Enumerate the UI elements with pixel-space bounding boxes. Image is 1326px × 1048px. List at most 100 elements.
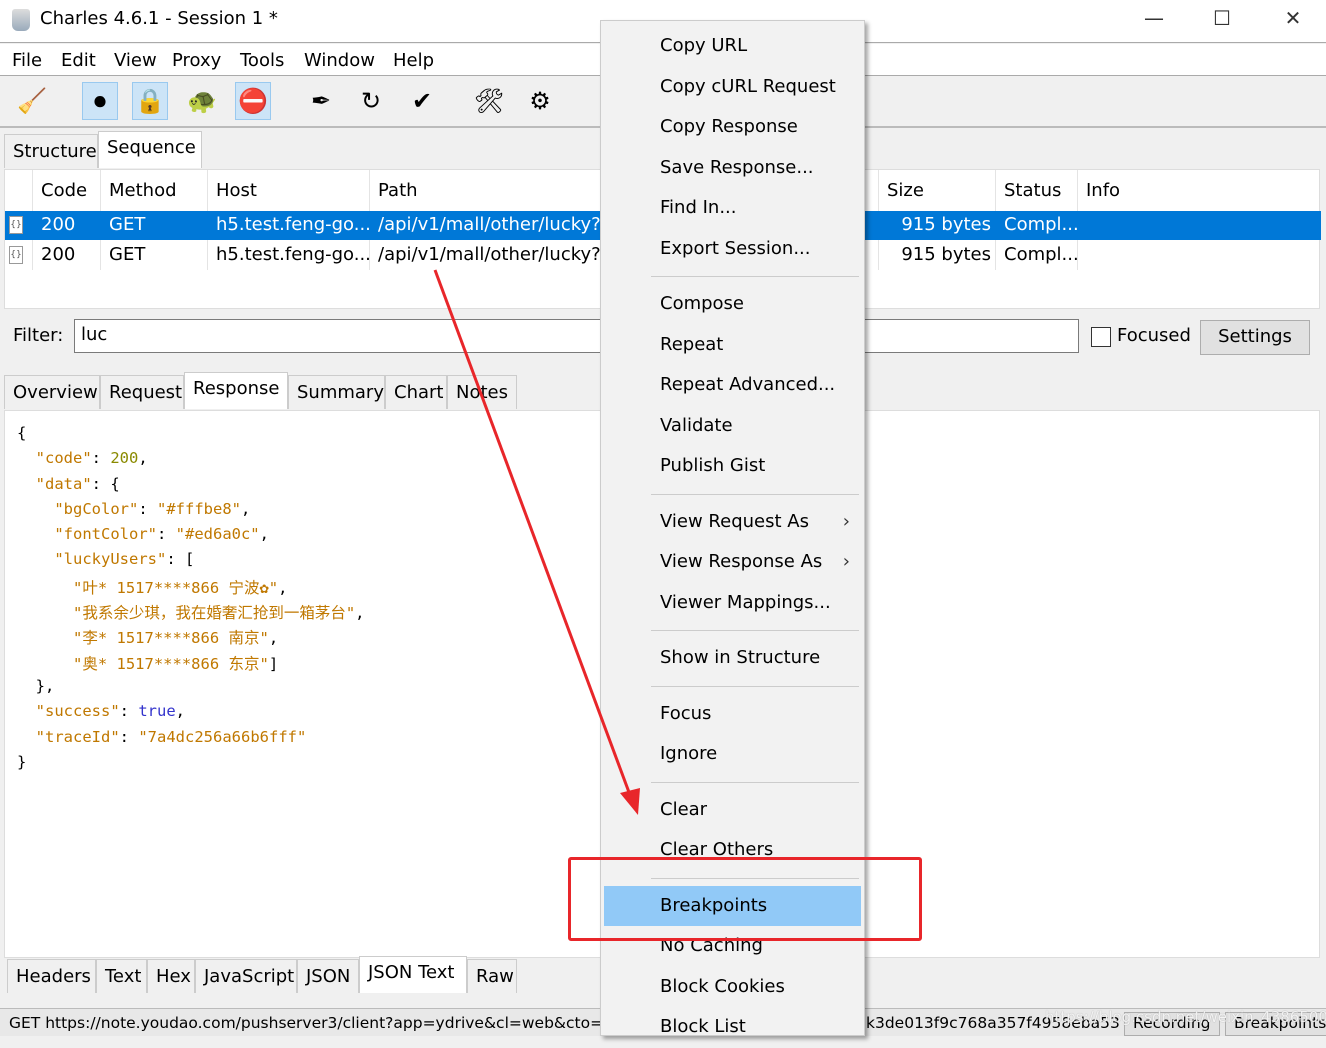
context-menu-item-view-response-as[interactable]: View Response As › xyxy=(601,542,864,583)
context-menu-item-copy-response[interactable]: Copy Response xyxy=(601,107,864,148)
settings-gear-button[interactable]: ⚙ xyxy=(522,82,558,120)
json-token: "code" xyxy=(35,449,92,468)
tools-button[interactable]: 🛠 xyxy=(471,82,507,120)
column-header-path[interactable]: Path xyxy=(370,180,418,201)
cell-size: 915 bytes xyxy=(901,244,991,265)
json-file-icon: {} xyxy=(9,216,23,234)
filter-input[interactable]: luc xyxy=(74,319,1079,353)
tab-summary[interactable]: Summary xyxy=(288,375,385,409)
tab-response[interactable]: Response xyxy=(184,372,288,409)
context-menu-item-export-session[interactable]: Export Session... xyxy=(601,229,864,270)
json-token: , xyxy=(355,604,365,623)
context-menu-item-label: Compose xyxy=(660,293,745,314)
tab-headers[interactable]: Headers xyxy=(7,959,96,993)
menu-window[interactable]: Window xyxy=(304,50,375,71)
settings-button[interactable]: Settings xyxy=(1200,320,1310,355)
column-header-method[interactable]: Method xyxy=(101,180,177,201)
menu-proxy[interactable]: Proxy xyxy=(172,50,221,71)
ssl-proxying-lock-button[interactable]: 🔒 xyxy=(132,82,168,120)
context-menu-item-focus[interactable]: Focus xyxy=(601,694,864,735)
minimize-button[interactable]: — xyxy=(1134,6,1174,34)
breakpoints-stop-icon: ⛔ xyxy=(238,87,268,115)
focused-checkbox[interactable] xyxy=(1091,327,1111,347)
context-menu-item-publish-gist[interactable]: Publish Gist xyxy=(601,446,864,487)
context-menu-item-label: Copy Response xyxy=(660,116,798,137)
json-token: "fontColor" xyxy=(54,525,157,544)
menu-edit[interactable]: Edit xyxy=(61,50,96,71)
view-tabs: Structure Sequence xyxy=(4,131,604,168)
tab-text[interactable]: Text xyxy=(96,959,147,993)
context-menu-item-repeat[interactable]: Repeat xyxy=(601,325,864,366)
column-header-code[interactable]: Code xyxy=(33,180,87,201)
json-token: "我系余少琪，我在婚奢汇抢到一箱茅台" xyxy=(73,604,356,623)
context-menu-item-find-in[interactable]: Find In... xyxy=(601,188,864,229)
tab-chart[interactable]: Chart xyxy=(385,375,447,409)
json-token: "7a4dc256a66b6fff" xyxy=(138,727,307,746)
context-menu-item-save-response[interactable]: Save Response... xyxy=(601,148,864,189)
column-header-info[interactable]: Info xyxy=(1078,180,1120,201)
column-header-host[interactable]: Host xyxy=(208,180,257,201)
repeat-button[interactable]: ↻ xyxy=(353,82,389,120)
context-menu-item-show-in-structure[interactable]: Show in Structure xyxy=(601,638,864,679)
menu-view[interactable]: View xyxy=(114,50,157,71)
broom-button[interactable]: 🧹 xyxy=(14,82,50,120)
context-menu-item-label: Copy URL xyxy=(660,35,748,56)
settings-gear-icon: ⚙ xyxy=(529,87,551,115)
charles-app-icon xyxy=(12,9,30,31)
context-menu-item-label: View Response As xyxy=(660,551,823,572)
column-header-status[interactable]: Status xyxy=(996,180,1061,201)
record-button[interactable]: ⏺ xyxy=(82,82,118,120)
context-menu-item-copy-curl-request[interactable]: Copy cURL Request xyxy=(601,67,864,108)
tab-sequence[interactable]: Sequence xyxy=(98,131,202,168)
focused-label: Focused xyxy=(1117,325,1191,346)
context-menu-item-compose[interactable]: Compose xyxy=(601,284,864,325)
status-url: GET https://note.youdao.com/pushserver3/… xyxy=(9,1014,639,1032)
context-menu-item-block-cookies[interactable]: Block Cookies xyxy=(601,967,864,1008)
json-token: "叶* 1517****866 宁波✿" xyxy=(73,578,279,597)
context-menu-item-label: Viewer Mappings... xyxy=(660,591,831,613)
tools-icon: 🛠 xyxy=(473,87,505,115)
breakpoints-stop-button[interactable]: ⛔ xyxy=(235,82,271,120)
context-menu-item-repeat-advanced[interactable]: Repeat Advanced... xyxy=(601,365,864,406)
menu-help[interactable]: Help xyxy=(393,50,434,71)
tab-javascript[interactable]: JavaScript xyxy=(195,959,297,993)
context-menu-item-validate[interactable]: Validate xyxy=(601,406,864,447)
tab-hex[interactable]: Hex xyxy=(147,959,195,993)
maximize-button[interactable]: ☐ xyxy=(1202,6,1242,34)
context-menu-item-block-list[interactable]: Block List xyxy=(601,1007,864,1048)
context-menu-item-label: Clear xyxy=(660,798,708,820)
menu-tools[interactable]: Tools xyxy=(240,50,284,71)
context-menu-item-copy-url[interactable]: Copy URL xyxy=(601,26,864,67)
column-header-size[interactable]: Size xyxy=(879,180,924,201)
watermark: https://blog.csdn.net/weixin_43865008 xyxy=(1045,1008,1326,1026)
tab-notes[interactable]: Notes xyxy=(447,375,517,409)
tab-json[interactable]: JSON xyxy=(297,959,359,993)
tab-request[interactable]: Request xyxy=(100,375,184,409)
context-menu-item-view-request-as[interactable]: View Request As › xyxy=(601,502,864,543)
json-token: : [ xyxy=(166,550,195,569)
context-menu-item-viewer-mappings[interactable]: Viewer Mappings... xyxy=(601,583,864,624)
context-menu-item-label: Export Session... xyxy=(660,237,811,259)
tab-raw[interactable]: Raw xyxy=(467,959,517,993)
menu-separator xyxy=(601,269,864,284)
context-menu-item-label: Repeat Advanced... xyxy=(660,374,836,395)
menu-file[interactable]: File xyxy=(12,50,42,71)
tab-structure[interactable]: Structure xyxy=(4,134,98,168)
json-token: "奥* 1517****866 东京" xyxy=(73,654,269,673)
context-menu-item-ignore[interactable]: Ignore xyxy=(601,734,864,775)
json-token: : xyxy=(156,525,176,544)
close-button[interactable]: ✕ xyxy=(1273,6,1313,34)
throttle-turtle-button[interactable]: 🐢 xyxy=(184,82,220,120)
validate-check-button[interactable]: ✔ xyxy=(404,82,440,120)
context-menu-item-label: Block List xyxy=(660,1016,746,1037)
compose-pen-button[interactable]: ✒ xyxy=(303,82,339,120)
menu-separator xyxy=(601,679,864,694)
tab-overview[interactable]: Overview xyxy=(4,375,100,409)
filter-label: Filter: xyxy=(13,325,64,346)
context-menu-item-clear[interactable]: Clear xyxy=(601,790,864,831)
tab-json-text[interactable]: JSON Text xyxy=(359,956,467,993)
